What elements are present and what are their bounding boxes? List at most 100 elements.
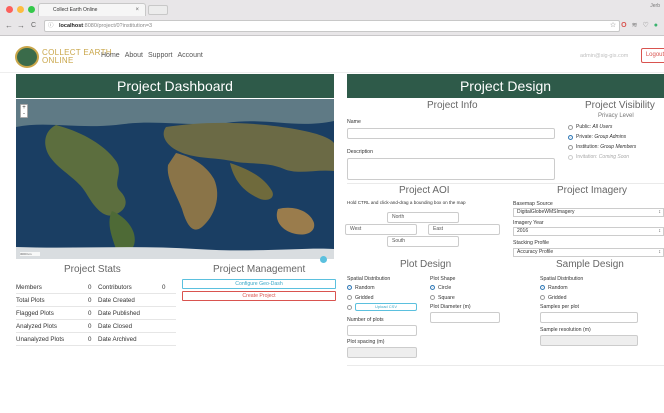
bookmark-star-icon[interactable]: ☆ [610, 22, 616, 30]
browser-chrome: Collect Earth Online × Jerb ← → C ⓘ loca… [0, 0, 664, 36]
aoi-hint: Hold CTRL and click-and-drag a bounding … [347, 200, 466, 205]
address-bar[interactable]: ⓘ localhost:8080/project/0?institution=3 [44, 20, 620, 32]
visibility-public-radio[interactable] [568, 125, 573, 130]
minimize-window-icon[interactable] [17, 6, 24, 13]
shield-icon[interactable]: ≋ [632, 22, 638, 30]
stat-label: Contributors [98, 284, 132, 291]
browser-tab[interactable]: Collect Earth Online × [38, 3, 146, 16]
reload-icon[interactable]: C [31, 21, 36, 31]
forward-icon[interactable]: → [17, 21, 25, 31]
menu-support[interactable]: Support [148, 52, 173, 59]
tab-close-icon[interactable]: × [135, 4, 139, 16]
stat-value: 0 [88, 297, 92, 304]
map-layer-icon[interactable] [320, 256, 327, 263]
visibility-private-radio[interactable] [568, 135, 573, 140]
aoi-west-input[interactable]: West [345, 224, 417, 235]
shape-circle-radio[interactable] [430, 285, 435, 290]
sample-gridded-label: Gridded [548, 295, 567, 301]
plot-random-radio[interactable] [347, 285, 352, 290]
stats-row: Total Plots 0 Date Created [16, 294, 176, 307]
new-tab-button[interactable] [148, 5, 168, 15]
project-visibility-title: Project Visibility [585, 100, 655, 111]
heart-icon[interactable]: ♡ [642, 22, 648, 30]
plot-diameter-input[interactable] [430, 312, 500, 323]
zoom-out-icon[interactable]: - [21, 111, 27, 117]
visibility-prefix: Invitation: [576, 154, 598, 160]
menu-home[interactable]: Home [101, 52, 120, 59]
stacking-profile-select[interactable]: Accuracy Profile ↕ [513, 248, 664, 257]
sample-random-radio[interactable] [540, 285, 545, 290]
visibility-suffix: All Users [592, 124, 613, 130]
create-project-button[interactable]: Create Project [182, 291, 336, 301]
map-scale: 3000 km [20, 252, 40, 256]
shape-square-radio[interactable] [430, 295, 435, 300]
close-window-icon[interactable] [6, 6, 13, 13]
plot-csv-radio[interactable] [347, 305, 352, 310]
adblock-icon[interactable]: O [621, 22, 626, 30]
project-info-title: Project Info [427, 100, 478, 111]
number-of-plots-label: Number of plots [347, 317, 384, 323]
aoi-north-input[interactable]: North [387, 212, 459, 223]
sample-resolution-label: Sample resolution (m) [540, 327, 591, 333]
browser-user-name[interactable]: Jerb [650, 3, 660, 9]
imagery-year-select[interactable]: 2016 ↕ [513, 227, 664, 236]
upload-csv-button[interactable]: Upload CSV [355, 303, 417, 311]
aoi-east-input[interactable]: East [428, 224, 500, 235]
plot-gridded-radio[interactable] [347, 295, 352, 300]
admin-email[interactable]: admin@sig-gis.com [580, 53, 628, 59]
project-map[interactable] [16, 99, 334, 259]
visibility-invitation-label: Invitation: Coming Soon [576, 154, 629, 160]
basemap-value: DigitalGlobeWMSImagery [517, 209, 575, 215]
visibility-suffix: Group Members [600, 144, 637, 150]
samples-per-plot-label: Samples per plot [540, 304, 579, 310]
menu-account[interactable]: Account [178, 52, 203, 59]
sample-resolution-input[interactable] [540, 335, 638, 346]
menu-about[interactable]: About [125, 52, 143, 59]
shape-circle-label: Circle [438, 285, 452, 291]
configure-geo-dash-button[interactable]: Configure Geo-Dash [182, 279, 336, 289]
stat-label: Flagged Plots [16, 310, 54, 317]
maximize-window-icon[interactable] [28, 6, 35, 13]
plot-shape-label: Plot Shape [430, 276, 456, 282]
stat-label: Date Created [98, 297, 135, 304]
logo-icon[interactable] [15, 46, 39, 68]
project-stats-title: Project Stats [64, 264, 121, 275]
visibility-suffix: Group Admins [594, 134, 627, 140]
visibility-institution-label: Institution: Group Members [576, 144, 636, 150]
select-chevron-icon: ↕ [658, 249, 662, 255]
dashboard-title: Project Dashboard [16, 74, 334, 98]
logout-button[interactable]: Logout [641, 48, 664, 63]
plot-gridded-label: Gridded [355, 295, 374, 301]
plot-spacing-label: Plot spacing (m) [347, 339, 385, 345]
main-menu: Home About Support Account [101, 52, 203, 59]
visibility-institution-radio[interactable] [568, 145, 573, 150]
project-aoi-title: Project AOI [399, 185, 450, 196]
plot-diameter-label: Plot Diameter (m) [430, 304, 471, 310]
project-management-title: Project Management [213, 264, 306, 275]
sample-gridded-radio[interactable] [540, 295, 545, 300]
visibility-prefix: Institution: [576, 144, 599, 150]
name-input[interactable] [347, 128, 555, 139]
number-of-plots-input[interactable] [347, 325, 417, 336]
aoi-south-input[interactable]: South [387, 236, 459, 247]
project-imagery-title: Project Imagery [557, 185, 628, 196]
update-icon[interactable]: ● [654, 22, 658, 30]
basemap-select[interactable]: DigitalGlobeWMSImagery ↕ [513, 208, 664, 217]
description-input[interactable] [347, 158, 555, 180]
stat-label: Date Published [98, 310, 140, 317]
stats-row: Analyzed Plots 0 Date Closed [16, 320, 176, 333]
samples-per-plot-input[interactable] [540, 312, 638, 323]
stat-value: 0 [88, 323, 92, 330]
plot-spacing-input[interactable] [347, 347, 417, 358]
divider [347, 183, 664, 184]
stat-label: Members [16, 284, 42, 291]
basemap-label: Basemap Source [513, 201, 553, 207]
stat-value: 0 [88, 310, 92, 317]
back-icon[interactable]: ← [5, 21, 13, 31]
site-info-icon[interactable]: ⓘ [48, 21, 54, 32]
visibility-invitation-radio[interactable] [568, 155, 573, 160]
plot-design-title: Plot Design [400, 259, 452, 270]
plot-random-label: Random [355, 285, 375, 291]
stat-label: Date Archived [98, 336, 137, 343]
visibility-public-label: Public: All Users [576, 124, 612, 130]
